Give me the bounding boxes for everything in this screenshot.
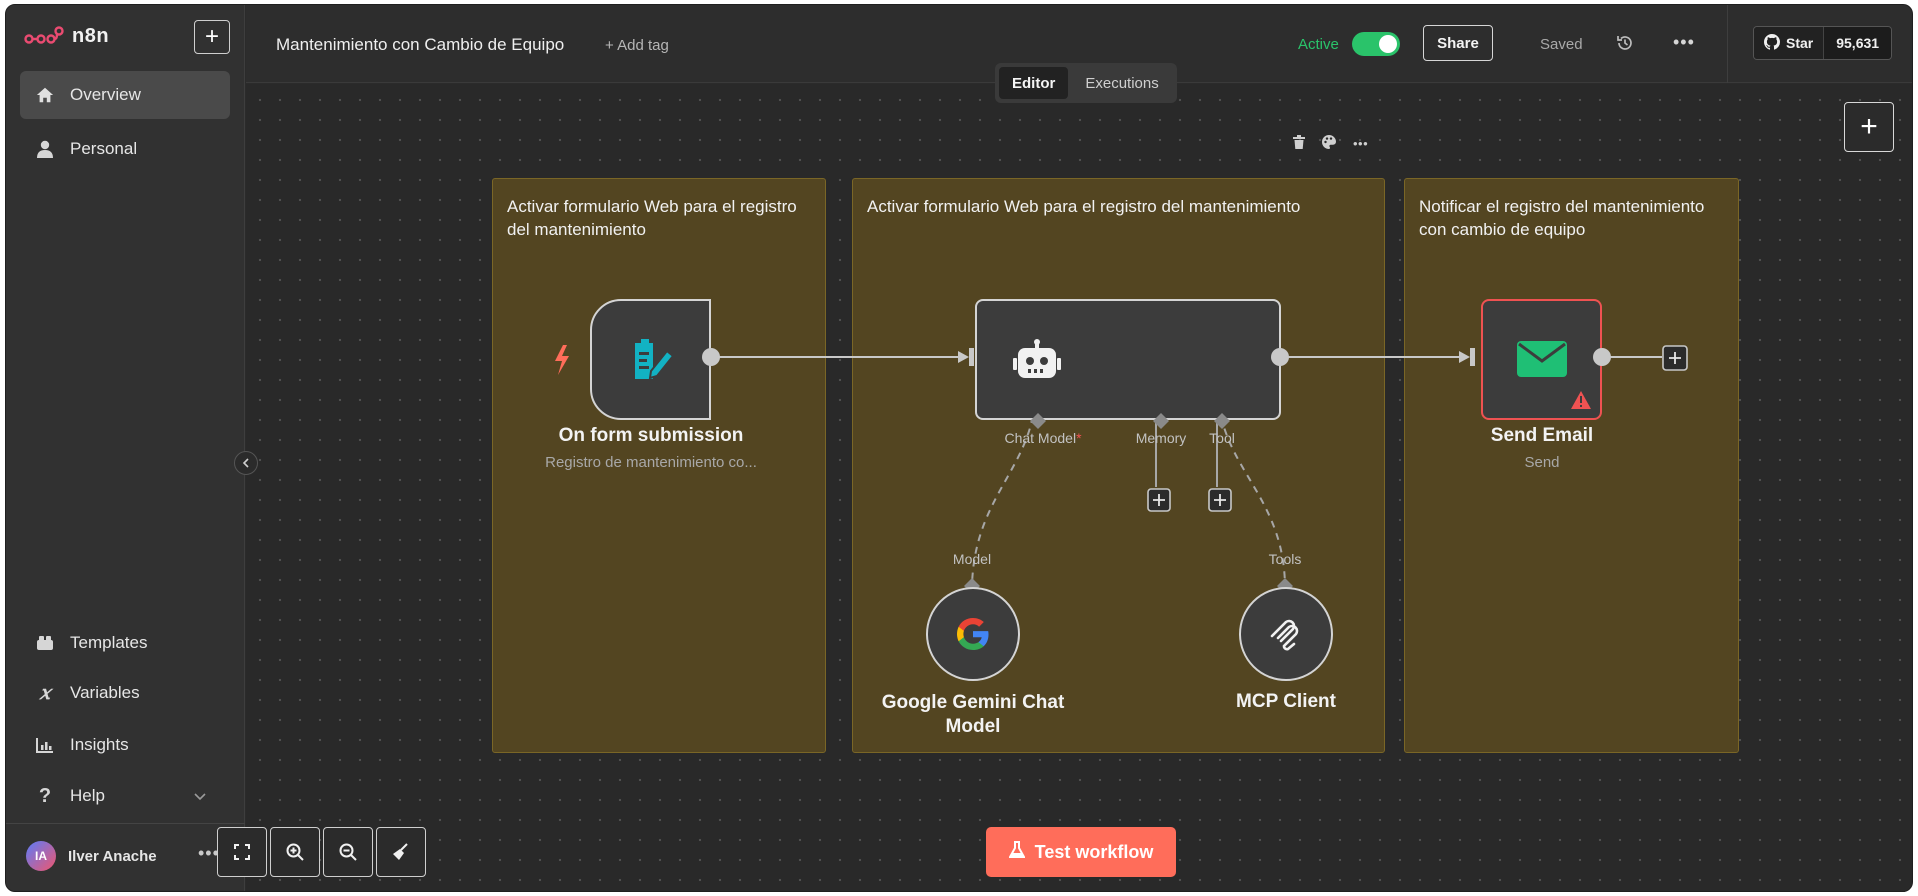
email-node-title[interactable]: Send Email (1462, 425, 1622, 447)
create-button[interactable]: + (194, 20, 230, 54)
tidy-up-button[interactable] (376, 827, 426, 877)
sticky-toolbar: ••• (1293, 134, 1368, 153)
tab-executions[interactable]: Executions (1072, 67, 1171, 99)
history-icon[interactable] (1616, 34, 1634, 57)
sidebar-item-personal[interactable]: Personal (20, 125, 230, 173)
test-workflow-label: Test workflow (1034, 841, 1154, 862)
active-toggle[interactable] (1352, 32, 1400, 56)
tools-label: Tools (1268, 551, 1302, 567)
more-options-icon[interactable]: ••• (1673, 32, 1695, 53)
user-menu[interactable]: IA Ilver Anache (26, 841, 157, 871)
variables-icon: 𝑥 (39, 682, 51, 704)
mode-tabs: Editor Executions (995, 63, 1177, 103)
n8n-logo-icon (24, 25, 64, 44)
sidebar-item-label: Overview (70, 85, 141, 104)
sidebar-item-insights[interactable]: Insights (20, 721, 230, 769)
agent-node-subtitle: Tools Agent (1086, 363, 1164, 380)
mcp-node-title[interactable]: MCP Client (1196, 691, 1376, 713)
tool-label: Tool (1209, 430, 1235, 446)
gemini-node-title[interactable]: Google Gemini Chat Model (868, 691, 1078, 739)
home-icon (34, 84, 56, 106)
sidebar-item-help[interactable]: ? Help (20, 772, 230, 820)
chat-model-label: Chat Model* (1004, 430, 1082, 446)
sidebar-item-overview[interactable]: Overview (20, 71, 230, 119)
add-tag-button[interactable]: + Add tag (605, 37, 669, 54)
broom-icon (393, 843, 408, 860)
sidebar-item-label: Variables (70, 683, 140, 702)
flask-icon (1007, 840, 1026, 864)
collapse-sidebar-button[interactable] (234, 451, 258, 475)
trash-icon[interactable] (1293, 135, 1305, 152)
saved-status: Saved (1540, 36, 1583, 53)
agent-node-title[interactable]: AI Agent (1065, 335, 1185, 357)
email-node-subtitle: Send (1524, 454, 1560, 471)
github-star-button[interactable]: Star 95,631 (1753, 26, 1893, 60)
zoom-to-fit-button[interactable] (217, 827, 267, 877)
avatar: IA (26, 841, 56, 871)
sticky-note[interactable]: Activar formulario Web para el registro … (852, 178, 1385, 753)
zoom-out-button[interactable] (323, 827, 373, 877)
zoom-in-button[interactable] (270, 827, 320, 877)
zoom-in-icon (286, 843, 304, 861)
sidebar: n8n + Overview Personal Templates 𝑥 Vari… (6, 5, 245, 891)
sidebar-item-variables[interactable]: 𝑥 Variables (20, 669, 230, 717)
chevron-down-icon (194, 788, 206, 804)
app-window: n8n + Overview Personal Templates 𝑥 Vari… (5, 4, 1913, 892)
test-workflow-button[interactable]: Test workflow (986, 827, 1176, 877)
sidebar-item-label: Personal (70, 139, 138, 158)
sidebar-item-templates[interactable]: Templates (20, 619, 230, 667)
sticky-text: Activar formulario Web para el registro … (867, 197, 1301, 216)
insights-icon (34, 734, 56, 756)
form-node-subtitle: Registro de mantenimiento co... (545, 454, 757, 471)
add-node-button[interactable]: + (1844, 102, 1894, 152)
user-icon (34, 138, 56, 160)
logo[interactable]: n8n (24, 25, 109, 48)
active-label: Active (1298, 36, 1339, 53)
zoom-out-icon (339, 843, 357, 861)
sidebar-item-label: Templates (70, 633, 148, 652)
brand-name: n8n (72, 25, 110, 47)
form-node-title[interactable]: On form submission (531, 425, 771, 447)
palette-icon[interactable] (1321, 134, 1337, 153)
github-star-label: Star (1786, 35, 1814, 51)
sidebar-item-label: Help (70, 786, 105, 805)
memory-label: Memory (1135, 430, 1187, 446)
fit-view-icon (234, 844, 250, 860)
sidebar-divider (6, 823, 245, 824)
github-icon (1764, 33, 1780, 53)
github-star-count: 95,631 (1824, 27, 1892, 59)
model-label: Model (952, 551, 992, 567)
templates-icon (34, 632, 56, 654)
workflow-title[interactable]: Mantenimiento con Cambio de Equipo (276, 35, 564, 55)
sidebar-item-label: Insights (70, 735, 129, 754)
tab-editor[interactable]: Editor (999, 67, 1069, 99)
help-icon: ? (38, 784, 52, 807)
sticky-text: Notificar el registro del mantenimiento … (1419, 197, 1705, 239)
header-divider (1727, 5, 1728, 83)
sticky-more-icon[interactable]: ••• (1353, 136, 1368, 151)
sticky-text: Activar formulario Web para el registro … (507, 197, 797, 239)
share-button[interactable]: Share (1423, 25, 1493, 61)
user-name: Ilver Anache (68, 847, 157, 865)
